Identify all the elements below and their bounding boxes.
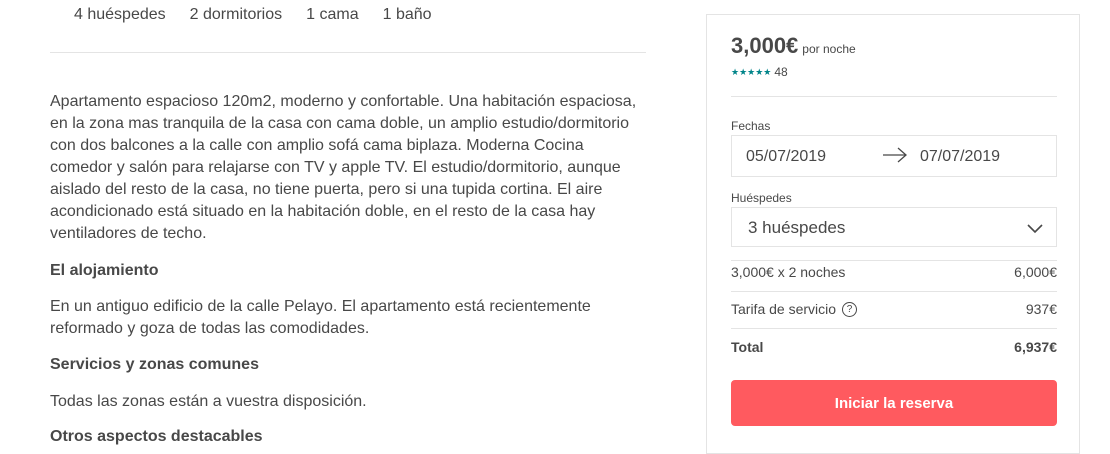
nights-row: 3,000€ x 2 noches 6,000€	[731, 264, 1057, 280]
section-text-alojamiento: En un antiguo edificio de la calle Pelay…	[50, 298, 591, 337]
divider	[731, 291, 1057, 292]
nights-amount: 6,000€	[1014, 264, 1057, 280]
guests-value: 3 huéspedes	[748, 218, 846, 237]
total-amount: 6,937€	[1014, 339, 1057, 355]
fee-label: Tarifa de servicio	[731, 301, 837, 317]
fee-amount: 937€	[1025, 301, 1057, 317]
guests-select[interactable]: 3 huéspedes	[731, 207, 1057, 247]
book-button[interactable]: Iniciar la reserva	[731, 380, 1057, 426]
rating[interactable]: ★★★★★ 48	[731, 65, 788, 79]
checkout-date[interactable]: 07/07/2019	[920, 148, 1000, 166]
section-heading-servicios: Servicios y zonas comunes	[50, 356, 259, 373]
stat-guests: 4 huéspedes	[74, 6, 166, 23]
divider	[731, 260, 1057, 261]
booking-card: 3,000€ por noche ★★★★★ 48 Fechas 05/07/2…	[706, 14, 1080, 454]
guests-label: Huéspedes	[731, 191, 792, 205]
listing-stats: 4 huéspedes 2 dormitorios 1 cama 1 baño	[74, 6, 456, 24]
listing-description: Apartamento espacioso 120m2, moderno y c…	[50, 93, 637, 242]
stat-baths: 1 baño	[382, 6, 432, 23]
checkin-date[interactable]: 05/07/2019	[746, 148, 826, 166]
chevron-down-icon	[1026, 220, 1044, 240]
section-heading-alojamiento: El alojamiento	[50, 262, 159, 279]
price-amount: 3,000€	[731, 33, 799, 58]
section-text-servicios: Todas las zonas están a vuestra disposic…	[50, 393, 367, 410]
divider	[50, 52, 646, 53]
stat-beds: 1 cama	[306, 6, 359, 23]
listing-details: 4 huéspedes 2 dormitorios 1 cama 1 baño …	[50, 0, 646, 445]
section-heading-otros: Otros aspectos destacables	[50, 428, 263, 445]
nights-label: 3,000€ x 2 noches	[731, 264, 846, 280]
stat-bedrooms: 2 dormitorios	[189, 6, 283, 23]
total-row: Total 6,937€	[731, 339, 1057, 355]
price: 3,000€ por noche	[731, 33, 856, 59]
divider	[731, 328, 1057, 329]
date-range-picker: 05/07/2019 07/07/2019	[731, 135, 1057, 177]
total-label: Total	[731, 339, 764, 355]
star-icons: ★★★★★	[731, 66, 772, 77]
arrow-right-icon	[882, 146, 908, 169]
price-unit: por noche	[802, 42, 856, 56]
review-count: 48	[774, 65, 788, 79]
fee-row: Tarifa de servicio ? 937€	[731, 301, 1057, 317]
divider	[731, 96, 1057, 97]
dates-label: Fechas	[731, 119, 771, 133]
question-icon[interactable]: ?	[842, 301, 858, 317]
